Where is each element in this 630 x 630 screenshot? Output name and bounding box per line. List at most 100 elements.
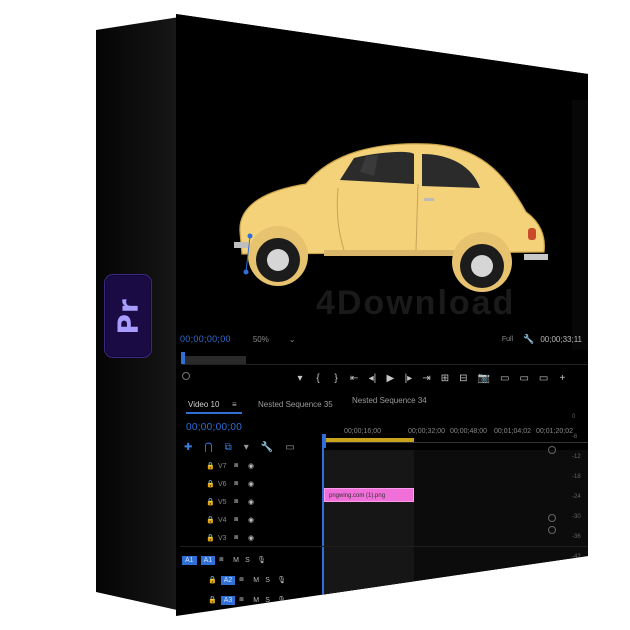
sync-icon[interactable]: ⧈ (234, 480, 248, 488)
premiere-pro-logo: Pr (104, 274, 152, 358)
eye-icon[interactable]: ◉ (248, 480, 260, 488)
eye-icon[interactable]: ◉ (248, 534, 260, 542)
add-button-icon[interactable]: + (558, 373, 566, 384)
meter-label: 0 (572, 414, 576, 420)
panel-menu-icon[interactable]: ≡ (232, 400, 237, 409)
lock-icon[interactable]: 🔒 (206, 462, 218, 470)
monitor-controls: 00;00;00;00 50% ⌄ Full 🔧 00;00;33;11 (180, 330, 588, 348)
step-forward-icon[interactable]: |▸ (404, 373, 413, 384)
lock-icon[interactable]: 🔒 (206, 480, 218, 488)
magnet-icon[interactable]: ⋂ (204, 442, 212, 453)
sequence-range (322, 450, 414, 616)
mark-out-icon[interactable]: } (332, 373, 340, 384)
settings-wrench-icon[interactable]: 🔧 (261, 442, 273, 453)
go-to-out-icon[interactable]: ⇥ (422, 373, 430, 384)
timeline-tabs: Video 10 ≡ Nested Sequence 35 Nested Seq… (180, 396, 588, 416)
lift-icon[interactable]: ⊞ (441, 373, 449, 384)
zoom-select[interactable]: 50% (253, 335, 269, 344)
step-back-icon[interactable]: ◂| (368, 373, 377, 384)
mic-icon[interactable]: 🎙 (277, 576, 289, 584)
car-image (234, 143, 548, 292)
chevron-down-icon[interactable]: ⌄ (289, 335, 296, 344)
sync-icon[interactable]: ⧈ (234, 498, 248, 506)
sync-icon[interactable]: ⧈ (234, 534, 248, 542)
lock-icon[interactable]: 🔒 (206, 534, 218, 542)
meter-label: -42 (572, 554, 581, 560)
work-area-bar[interactable] (322, 438, 414, 442)
tab-nested-sequence-35[interactable]: Nested Sequence 35 (258, 400, 333, 409)
track-name: V5 (218, 498, 227, 506)
sync-icon[interactable]: ⧈ (239, 576, 253, 584)
camera-icon[interactable]: 📷 (478, 373, 490, 384)
sync-icon[interactable]: ⧈ (234, 516, 248, 524)
mic-icon[interactable]: 🎙 (257, 556, 269, 564)
clip-pngwing[interactable]: pngwing.com (1).png (324, 488, 414, 502)
timeline-tools: ✚ ⋂ ⧉ ▾ 🔧 ▭ (184, 442, 295, 453)
ruler-label: 00;00;32;00 (408, 428, 445, 435)
track-header-a2: 🔒 A2 ⧈ M S 🎙 (180, 572, 320, 588)
track-header-v3: 🔒 V3 ⧈ ◉ (180, 530, 320, 546)
keyframe-dot[interactable] (548, 514, 556, 522)
lock-icon[interactable]: 🔒 (208, 576, 217, 584)
audio-source-patch[interactable]: A1 (182, 555, 197, 565)
solo-button[interactable]: S (265, 577, 277, 584)
mute-button[interactable]: M (253, 597, 265, 604)
tab-nested-sequence-34[interactable]: Nested Sequence 34 (352, 396, 427, 405)
meter-label: -30 (572, 514, 581, 520)
audio-meter: 0 -6 -12 -18 -24 -30 -36 -42 -48 (572, 414, 588, 604)
tab-video-10[interactable]: Video 10 (188, 400, 219, 409)
mute-button[interactable]: M (233, 557, 245, 564)
meter-label: -36 (572, 534, 581, 540)
add-marker-icon[interactable]: ▾ (244, 442, 249, 453)
box-front: 4Download 00;00;00;00 50% ⌄ Full 🔧 00;00… (176, 14, 588, 616)
eye-icon[interactable]: ◉ (248, 516, 260, 524)
lock-icon[interactable]: 🔒 (208, 596, 217, 604)
track-header-v4: 🔒 V4 ⧈ ◉ (180, 512, 320, 528)
timeline-ruler[interactable]: 00;00;16;00 00;00;32;00 00;00;48;00 00;0… (322, 422, 588, 450)
track-header-v5: 🔒 V5 ⧈ ◉ (180, 494, 320, 510)
meter-label: -12 (572, 454, 581, 460)
playhead-timecode[interactable]: 00;00;00;00 (180, 334, 231, 344)
safe-margins-icon[interactable]: ▭ (500, 373, 509, 384)
scrub-bar[interactable] (181, 352, 588, 380)
play-icon[interactable]: ▶ (386, 373, 395, 384)
eye-icon[interactable]: ◉ (248, 498, 260, 506)
playhead-marker[interactable] (181, 352, 185, 364)
track-header-v6: 🔒 V6 ⧈ ◉ (180, 476, 320, 492)
track-name: V7 (218, 462, 227, 470)
mic-icon[interactable]: 🎙 (277, 596, 289, 604)
right-panel (572, 100, 588, 350)
ruler-label: 00;00;16;00 (344, 428, 381, 435)
track-name[interactable]: A2 (220, 575, 236, 585)
track-name[interactable]: A1 (200, 555, 216, 565)
go-to-in-icon[interactable]: ⇤ (350, 373, 358, 384)
keyframe-dot[interactable] (548, 526, 556, 534)
resolution-select[interactable]: Full (502, 336, 513, 343)
mute-button[interactable]: M (253, 577, 265, 584)
ruler-label: 00;01;20;02 (536, 428, 573, 435)
solo-button[interactable]: S (245, 557, 257, 564)
sync-icon[interactable]: ⧈ (219, 556, 233, 564)
wrench-icon[interactable]: 🔧 (523, 334, 534, 345)
sync-icon[interactable]: ⧈ (234, 462, 248, 470)
solo-button[interactable]: S (265, 597, 277, 604)
snap-icon[interactable]: ✚ (184, 442, 192, 453)
timeline-playhead-line[interactable] (322, 444, 324, 616)
lock-icon[interactable]: 🔒 (206, 498, 218, 506)
captions-icon[interactable]: ▭ (285, 442, 294, 453)
track-name[interactable]: A3 (220, 595, 236, 605)
sync-icon[interactable]: ⧈ (239, 596, 253, 604)
lock-icon[interactable]: 🔒 (206, 516, 218, 524)
track-name: V4 (218, 516, 227, 524)
extract-icon[interactable]: ⊟ (459, 373, 467, 384)
mark-in-icon[interactable]: { (314, 373, 322, 384)
export-frame-icon[interactable]: ▭ (539, 373, 548, 384)
timeline-timecode[interactable]: 00;00;00;00 (186, 422, 242, 433)
marker-icon[interactable]: ▾ (296, 373, 304, 384)
linked-selection-icon[interactable]: ⧉ (225, 442, 232, 453)
track-name: V3 (218, 534, 227, 542)
comparison-icon[interactable]: ▭ (519, 373, 528, 384)
watermark-text: 4Download (316, 284, 516, 322)
keyframe-dot[interactable] (548, 446, 556, 454)
eye-icon[interactable]: ◉ (248, 462, 260, 470)
